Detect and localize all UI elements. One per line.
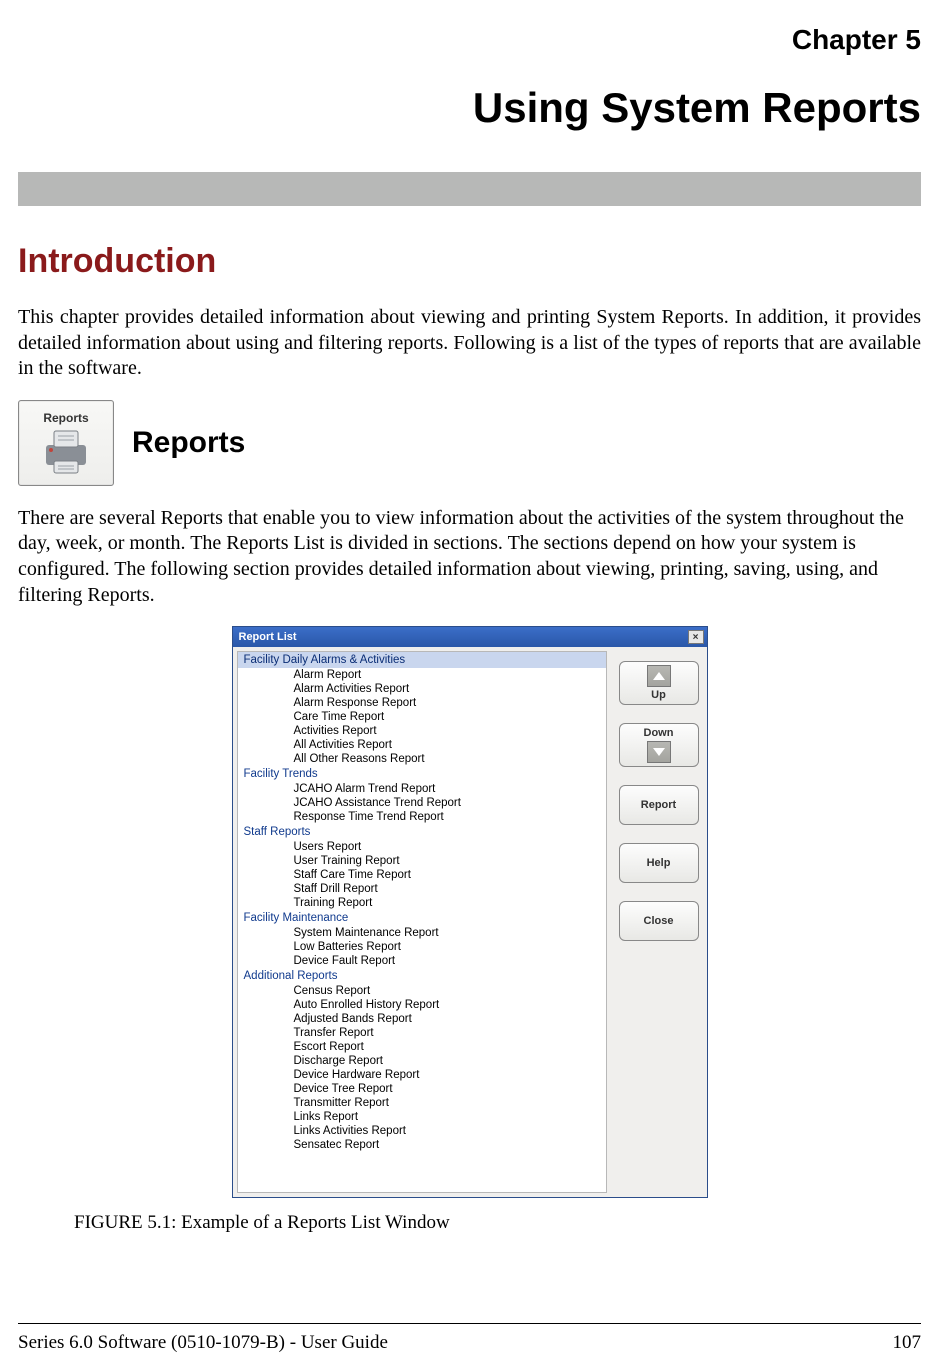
tree-item[interactable]: Alarm Response Report [238, 696, 606, 710]
footer-left: Series 6.0 Software (0510-1079-B) - User… [18, 1332, 388, 1354]
tree-section-header[interactable]: Facility Maintenance [238, 910, 606, 926]
arrow-up-icon [647, 665, 671, 687]
tree-item[interactable]: Activities Report [238, 724, 606, 738]
tree-item[interactable]: Transmitter Report [238, 1096, 606, 1110]
footer-page-number: 107 [893, 1332, 922, 1354]
report-button[interactable]: Report [619, 785, 699, 825]
reports-toolbar-icon-tile: Reports [18, 400, 114, 486]
tree-item[interactable]: Users Report [238, 840, 606, 854]
printer-icon [40, 427, 92, 475]
close-button[interactable]: Close [619, 901, 699, 941]
tree-section-header[interactable]: Facility Trends [238, 766, 606, 782]
tree-item[interactable]: Training Report [238, 896, 606, 910]
chapter-title: Using System Reports [18, 84, 921, 132]
tree-item[interactable]: Low Batteries Report [238, 940, 606, 954]
tree-item[interactable]: Links Activities Report [238, 1124, 606, 1138]
tree-item[interactable]: All Activities Report [238, 738, 606, 752]
tree-item[interactable]: Alarm Report [238, 668, 606, 682]
figure-caption: FIGURE 5.1: Example of a Reports List Wi… [18, 1212, 450, 1234]
tree-section-header[interactable]: Facility Daily Alarms & Activities [238, 652, 606, 668]
window-titlebar: Report List × [233, 627, 707, 647]
tree-item[interactable]: User Training Report [238, 854, 606, 868]
help-button-label: Help [647, 857, 671, 869]
reports-paragraph: There are several Reports that enable yo… [18, 506, 921, 608]
tree-item[interactable]: JCAHO Alarm Trend Report [238, 782, 606, 796]
arrow-down-icon [647, 741, 671, 763]
down-button[interactable]: Down [619, 723, 699, 767]
tree-item[interactable]: Care Time Report [238, 710, 606, 724]
tree-item[interactable]: Alarm Activities Report [238, 682, 606, 696]
tree-item[interactable]: Device Hardware Report [238, 1068, 606, 1082]
chapter-number: Chapter 5 [18, 0, 921, 56]
tree-item[interactable]: JCAHO Assistance Trend Report [238, 796, 606, 810]
report-button-label: Report [641, 799, 676, 811]
section-divider-bar [18, 172, 921, 206]
tree-item[interactable]: System Maintenance Report [238, 926, 606, 940]
tree-item[interactable]: Transfer Report [238, 1026, 606, 1040]
window-close-button[interactable]: × [688, 630, 704, 644]
tree-item[interactable]: Sensatec Report [238, 1138, 606, 1152]
footer-rule [18, 1323, 921, 1324]
window-title: Report List [239, 631, 297, 643]
close-button-label: Close [644, 915, 674, 927]
tree-item[interactable]: Staff Care Time Report [238, 868, 606, 882]
up-button[interactable]: Up [619, 661, 699, 705]
tree-item[interactable]: Device Fault Report [238, 954, 606, 968]
tree-item[interactable]: Staff Drill Report [238, 882, 606, 896]
tree-item[interactable]: Auto Enrolled History Report [238, 998, 606, 1012]
tree-item[interactable]: Discharge Report [238, 1054, 606, 1068]
tree-item[interactable]: Links Report [238, 1110, 606, 1124]
tree-item[interactable]: Census Report [238, 984, 606, 998]
tree-item[interactable]: Escort Report [238, 1040, 606, 1054]
up-button-label: Up [651, 689, 666, 701]
reports-heading: Reports [132, 426, 245, 460]
tree-item[interactable]: Device Tree Report [238, 1082, 606, 1096]
report-tree-panel[interactable]: Facility Daily Alarms & ActivitiesAlarm … [237, 651, 607, 1193]
help-button[interactable]: Help [619, 843, 699, 883]
tree-section-header[interactable]: Additional Reports [238, 968, 606, 984]
intro-heading: Introduction [18, 242, 921, 281]
tree-item[interactable]: Adjusted Bands Report [238, 1012, 606, 1026]
intro-paragraph: This chapter provides detailed informati… [18, 305, 921, 382]
tree-section-header[interactable]: Staff Reports [238, 824, 606, 840]
down-button-label: Down [644, 727, 674, 739]
report-list-window: Report List × Facility Daily Alarms & Ac… [232, 626, 708, 1198]
reports-toolbar-icon-label: Reports [43, 411, 88, 425]
tree-item[interactable]: All Other Reasons Report [238, 752, 606, 766]
tree-item[interactable]: Response Time Trend Report [238, 810, 606, 824]
